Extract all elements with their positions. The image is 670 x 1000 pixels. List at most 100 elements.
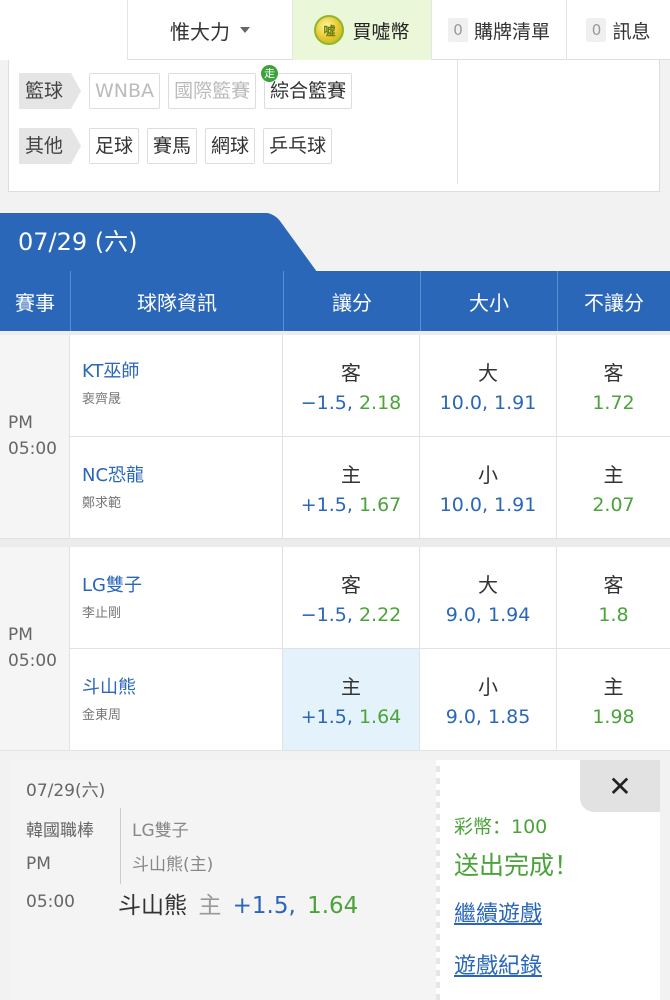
category-divider (457, 60, 458, 184)
ticket-time: 05:00 (26, 892, 75, 912)
game-time: 05:00 (8, 651, 57, 671)
buy-coin-label: 買噓幣 (352, 20, 410, 43)
over-under-odds-cell[interactable]: 大 10.0, 1.91 (420, 335, 557, 437)
ticket-ampm: PM (26, 854, 51, 874)
game-time-cell: PM 05:00 (0, 335, 70, 539)
over-under-value: 9.0, 1.94 (445, 604, 531, 626)
spread-odds-cell[interactable]: 客 −1.5, 2.22 (283, 547, 420, 649)
row-gap (0, 539, 670, 547)
odds-side: 主 (603, 675, 624, 699)
over-under-value: 9.0, 1.85 (445, 706, 531, 728)
category-chip-horse-racing[interactable]: 賽馬 (147, 128, 198, 164)
spread-odds-cell[interactable]: 客 −1.5, 2.18 (283, 335, 420, 437)
category-chip-wnba[interactable]: WNBA (89, 73, 161, 109)
messages-label: 訊息 (612, 20, 651, 43)
header-over-under: 大小 (420, 271, 557, 331)
odds-side: 主 (341, 463, 361, 487)
over-under-value: 10.0, 1.91 (439, 494, 537, 516)
spread-odds-cell-selected[interactable]: 主 +1.5, 1.64 (283, 649, 420, 751)
pitcher-name: 鄭求範 (82, 496, 122, 511)
odds-side: 客 (603, 573, 624, 597)
cart-count-badge: 0 (447, 18, 468, 42)
ticket-date: 07/29(六) (26, 781, 106, 801)
odds-side: 客 (603, 361, 624, 385)
pick-team: 斗山熊 (118, 893, 187, 919)
spread-odds: 2.18 (358, 392, 402, 414)
team-cell: NC恐龍 鄭求範 (70, 437, 283, 539)
category-chip-mixed-basketball[interactable]: 走 綜合籃賽 (261, 65, 353, 109)
user-name: 惟大力 (170, 19, 230, 44)
top-bar-left-blank (0, 0, 128, 60)
category-panel: 籃球 WNBA 國際籃賽 走 綜合籃賽 其他 足球 賽馬 網球 乒乓球 (8, 60, 660, 192)
category-chip-soccer[interactable]: 足球 (89, 128, 140, 164)
moneyline-odds-cell[interactable]: 客 1.72 (557, 335, 670, 437)
chevron-down-icon (240, 27, 250, 33)
pitcher-name: 裵齊晟 (82, 392, 122, 407)
pick-odds: 1.64 (307, 893, 359, 919)
header-team-info: 球隊資訊 (70, 271, 283, 331)
team-name: KT巫師 (82, 361, 140, 382)
date-tab-label: 07/29 (六) (18, 228, 138, 256)
moneyline-odds-cell[interactable]: 客 1.8 (557, 547, 670, 649)
coin-balance: 彩幣：100 (454, 816, 548, 838)
odds-side: 大 (478, 573, 498, 597)
moneyline-odds-cell[interactable]: 主 2.07 (557, 437, 670, 539)
category-chip-table-tennis[interactable]: 乒乓球 (263, 128, 333, 164)
ticket-pick: 斗山熊 主 +1.5, 1.64 (118, 886, 358, 920)
top-bar: 惟大力 噓 買噓幣 0 購牌清單 0 訊息 (0, 0, 670, 60)
team-cell: KT巫師 裵齊晟 (70, 335, 283, 437)
category-row-basketball: 籃球 WNBA 國際籃賽 走 綜合籃賽 (19, 65, 353, 109)
odds-side: 大 (478, 361, 498, 385)
cart-label: 購牌清單 (473, 20, 550, 43)
category-chip-tennis[interactable]: 網球 (205, 128, 256, 164)
spread-line: −1.5, (300, 604, 353, 626)
game-history-link[interactable]: 遊戲紀錄 (454, 948, 542, 980)
over-under-value: 10.0, 1.91 (439, 392, 537, 414)
odds-side: 小 (478, 675, 498, 699)
category-chip-intl-basketball[interactable]: 國際籃賽 (168, 73, 257, 109)
category-chip-label: 綜合籃賽 (270, 80, 347, 102)
category-label-other: 其他 (19, 128, 82, 164)
ticket-away-team: LG雙子 (132, 821, 189, 841)
game-time-cell: PM 05:00 (0, 547, 70, 751)
ticket-home-team: 斗山熊(主) (132, 855, 214, 875)
spread-line: −1.5, (300, 392, 353, 414)
header-moneyline: 不讓分 (557, 271, 670, 331)
spread-odds: 2.22 (358, 604, 402, 626)
spread-odds-cell[interactable]: 主 +1.5, 1.67 (283, 437, 420, 539)
close-button[interactable]: ✕ (580, 760, 660, 812)
moneyline-odds-cell[interactable]: 主 1.98 (557, 649, 670, 751)
game-time: 05:00 (8, 439, 57, 459)
over-under-odds-cell[interactable]: 大 9.0, 1.94 (420, 547, 557, 649)
buy-coin-button[interactable]: 噓 買噓幣 (293, 0, 432, 60)
pick-line: +1.5, (232, 893, 296, 919)
continue-game-link[interactable]: 繼續遊戲 (454, 896, 542, 928)
game-time-ampm: PM (8, 625, 33, 645)
date-tab: 07/29 (六) (0, 213, 268, 273)
pick-side: 主 (198, 893, 222, 919)
screen: 惟大力 噓 買噓幣 0 購牌清單 0 訊息 籃球 WNBA 國際籃賽 走 綜合籃… (0, 0, 670, 1000)
user-menu-button[interactable]: 惟大力 (128, 0, 293, 60)
over-under-odds-cell[interactable]: 小 10.0, 1.91 (420, 437, 557, 539)
odds-side: 主 (341, 675, 361, 699)
messages-count-badge: 0 (586, 18, 607, 42)
team-cell: 斗山熊 金東周 (70, 649, 283, 751)
close-icon: ✕ (608, 769, 632, 803)
team-name: LG雙子 (82, 575, 142, 596)
moneyline-value: 1.72 (592, 392, 635, 414)
category-label-basketball: 籃球 (19, 73, 82, 109)
team-name: NC恐龍 (82, 465, 145, 486)
over-under-odds-cell[interactable]: 小 9.0, 1.85 (420, 649, 557, 751)
ticket-league: 韓國職棒 (26, 821, 94, 841)
odds-side: 小 (478, 463, 498, 487)
cart-button[interactable]: 0 購牌清單 (432, 0, 567, 60)
header-spread: 讓分 (283, 271, 420, 331)
live-badge: 走 (261, 65, 279, 82)
header-event: 賽事 (15, 290, 55, 315)
spread-odds: 1.64 (358, 706, 402, 728)
spread-line: +1.5, (300, 706, 353, 728)
submit-success-message: 送出完成！ (454, 851, 580, 880)
odds-side: 客 (341, 573, 361, 597)
messages-button[interactable]: 0 訊息 (567, 0, 670, 60)
ticket-divider (120, 808, 121, 884)
